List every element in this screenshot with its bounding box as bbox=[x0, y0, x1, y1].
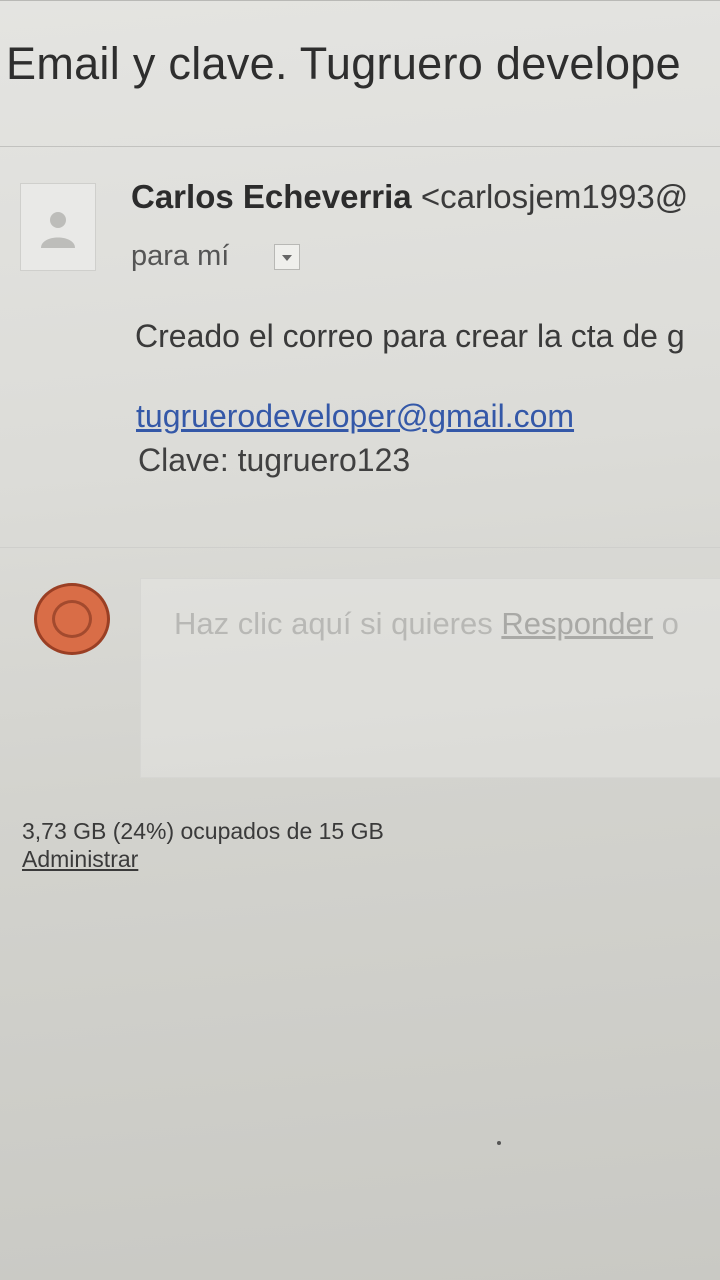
top-border bbox=[0, 0, 720, 1]
email-subject: Email y clave. Tugruero develope bbox=[6, 38, 681, 89]
sender-name: Carlos Echeverria bbox=[131, 178, 412, 215]
user-avatar bbox=[34, 583, 110, 655]
sender-line[interactable]: Carlos Echeverria <carlosjem1993@ bbox=[131, 178, 688, 216]
email-address-link[interactable]: tugruerodeveloper@gmail.com bbox=[136, 398, 574, 435]
avatar-image-icon bbox=[52, 600, 92, 638]
reply-prompt-prefix: Haz clic aquí si quieres bbox=[174, 606, 502, 641]
sender-address: <carlosjem1993@ bbox=[420, 178, 689, 215]
message-divider bbox=[0, 547, 720, 548]
recipient-label: para mí bbox=[131, 240, 230, 272]
person-icon bbox=[41, 212, 75, 248]
screen-speck bbox=[497, 1141, 501, 1145]
details-dropdown-button[interactable] bbox=[274, 244, 300, 270]
reply-prompt-suffix: o bbox=[653, 606, 679, 641]
manage-storage-link[interactable]: Administrar bbox=[22, 846, 138, 873]
sender-avatar[interactable] bbox=[20, 183, 96, 271]
header-divider bbox=[0, 146, 720, 147]
storage-usage-text: 3,73 GB (24%) ocupados de 15 GB bbox=[22, 818, 384, 844]
password-text: Clave: tugruero123 bbox=[138, 442, 411, 478]
reply-link[interactable]: Responder bbox=[501, 606, 653, 641]
message-body-text: Creado el correo para crear la cta de g bbox=[135, 318, 685, 354]
reply-prompt[interactable]: Haz clic aquí si quieres Responder o bbox=[174, 606, 679, 642]
